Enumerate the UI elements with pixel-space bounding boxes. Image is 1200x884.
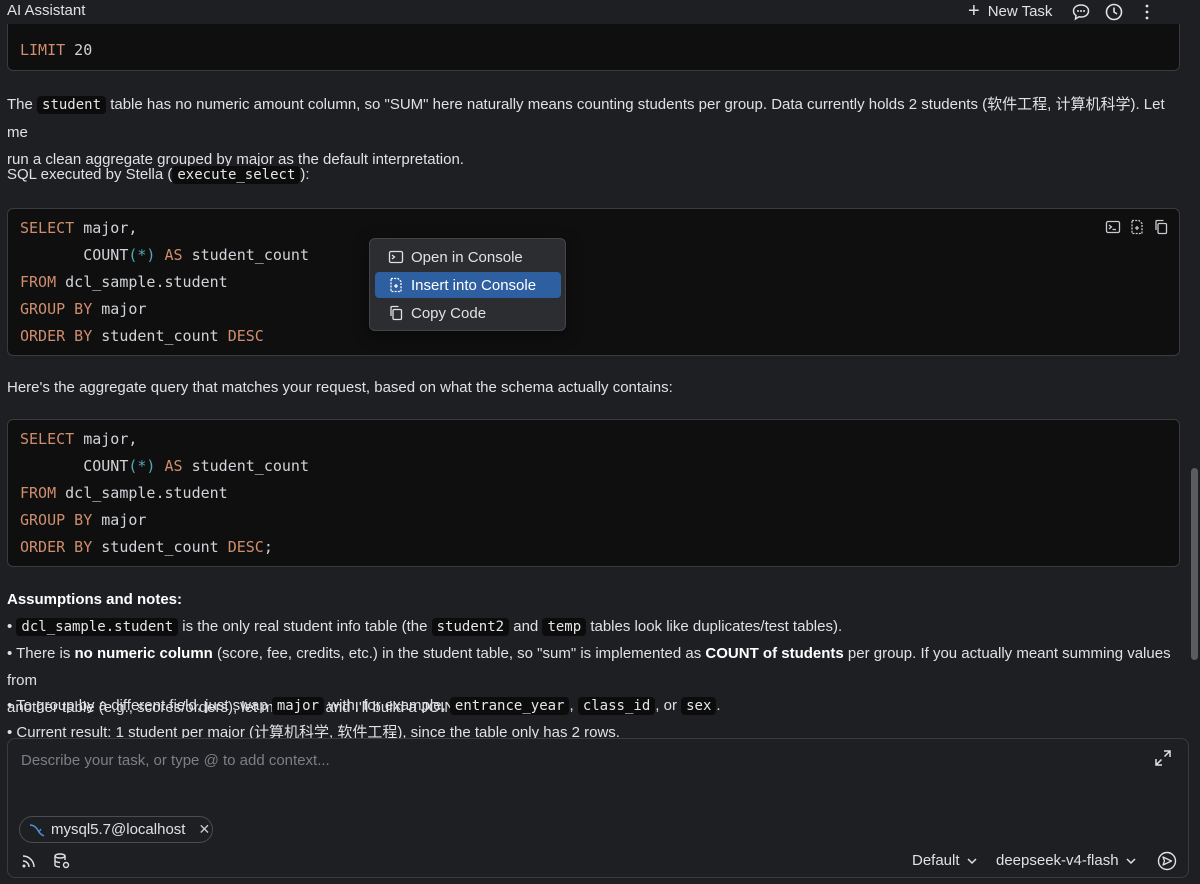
insert-file-icon <box>390 277 402 293</box>
code-content: SELECT major, COUNT(*) AS student_count … <box>20 430 309 556</box>
sql-executed-caption: SQL executed by Stella (execute_select): <box>7 166 310 184</box>
menu-item-open-in-console[interactable]: Open in Console <box>375 244 561 270</box>
context-chip-label: mysql5.7@localhost <box>51 821 186 838</box>
task-input[interactable] <box>21 747 1121 773</box>
terminal-icon <box>388 250 404 264</box>
code-block-executed: SELECT major, COUNT(*) AS student_count … <box>7 208 1180 356</box>
conversation-panel: ORDER BY cnt DESC LIMIT 20 The student t… <box>0 0 1190 738</box>
terminal-icon[interactable] <box>1105 219 1121 235</box>
code-content: SELECT major, COUNT(*) AS student_count … <box>20 219 309 345</box>
notes-heading: Assumptions and notes: <box>7 591 183 608</box>
chevron-down-icon <box>1126 857 1136 864</box>
assistant-paragraph-aggregate: Here's the aggregate query that matches … <box>7 379 673 396</box>
code-block-aggregate: SELECT major, COUNT(*) AS student_count … <box>7 419 1180 567</box>
app-title: AI Assistant <box>7 2 86 19</box>
history-icon[interactable] <box>1104 2 1124 22</box>
copy-icon[interactable] <box>1153 219 1169 235</box>
chevron-down-icon <box>967 857 977 864</box>
chat-icon[interactable] <box>1071 2 1091 22</box>
menu-item-copy-code[interactable]: Copy Code <box>375 300 561 326</box>
code-context-menu: Open in Console Insert into Console Copy… <box>369 238 566 331</box>
send-icon[interactable] <box>1157 851 1177 871</box>
mode-select[interactable]: Default <box>912 852 978 869</box>
copy-icon <box>390 305 403 321</box>
task-input-panel: mysql5.7@localhost ✕ Default deepseek-v4… <box>7 738 1189 878</box>
note-bullet-3: • To group by a different field, just sw… <box>7 697 721 715</box>
database-settings-icon[interactable] <box>53 852 71 870</box>
more-vert-icon[interactable] <box>1137 2 1157 22</box>
vertical-scrollbar[interactable] <box>1191 468 1198 660</box>
note-bullet-4: • Current result: 1 student per major (计… <box>7 724 620 738</box>
inline-code: student <box>37 96 107 114</box>
insert-file-icon[interactable] <box>1129 219 1145 235</box>
context-chip[interactable]: mysql5.7@localhost ✕ <box>19 816 213 843</box>
new-task-label: New Task <box>987 2 1053 20</box>
model-select[interactable]: deepseek-v4-flash <box>996 852 1137 869</box>
header-bar: AI Assistant + New Task <box>0 0 1200 24</box>
close-icon[interactable]: ✕ <box>198 821 210 838</box>
inline-code: execute_select <box>172 166 301 184</box>
plus-icon: + <box>968 0 980 22</box>
note-bullet-1: • dcl_sample.student is the only real st… <box>7 618 843 636</box>
rss-icon[interactable] <box>21 853 37 869</box>
mysql-icon <box>29 823 45 837</box>
expand-icon[interactable] <box>1154 749 1172 767</box>
new-task-button[interactable]: + New Task <box>968 1 1052 21</box>
menu-item-insert-into-console[interactable]: Insert into Console <box>375 272 561 298</box>
code-line: LIMIT 20 <box>20 41 93 59</box>
